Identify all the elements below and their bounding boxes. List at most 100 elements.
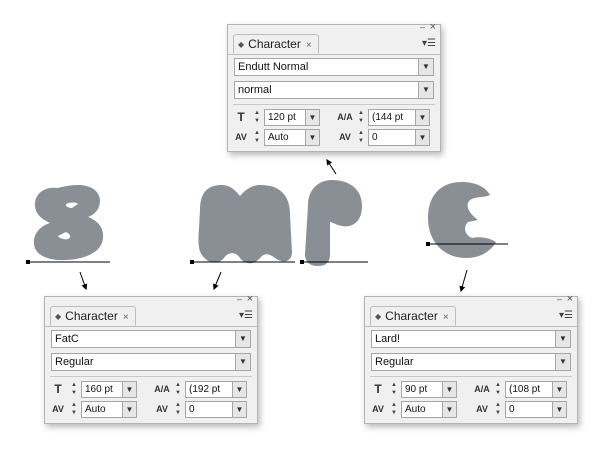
- panel-menu-icon[interactable]: ▾☰: [239, 311, 253, 321]
- tab-close-icon[interactable]: ×: [443, 312, 449, 323]
- chevron-down-icon[interactable]: ▼: [235, 331, 250, 347]
- tab-character[interactable]: ◆ Character ×: [233, 34, 319, 54]
- size-stepper[interactable]: ▲ ▼: [69, 381, 79, 397]
- kerning-field[interactable]: Auto ▼: [401, 401, 457, 418]
- tracking-stepper[interactable]: ▲ ▼: [356, 129, 366, 145]
- tracking-icon: AV: [156, 404, 168, 414]
- leading-field[interactable]: (144 pt ▼: [368, 109, 430, 126]
- close-icon[interactable]: ×: [247, 294, 253, 305]
- tracking-value: 0: [372, 132, 378, 143]
- font-family-value: FatC: [55, 333, 79, 345]
- kerning-value: Auto: [85, 404, 106, 415]
- glyph-r: [305, 180, 362, 266]
- tab-close-icon[interactable]: ×: [123, 312, 129, 323]
- kerning-icon: AV: [372, 404, 384, 414]
- chevron-down-icon[interactable]: ▼: [442, 382, 456, 397]
- font-size-icon: T: [54, 382, 62, 396]
- chevron-down-icon[interactable]: ▼: [232, 402, 246, 417]
- panel-menu-icon[interactable]: ▾☰: [422, 39, 436, 49]
- kerning-field[interactable]: Auto ▼: [264, 129, 320, 146]
- kerning-icon: AV: [235, 132, 247, 142]
- leading-icon: A/A: [474, 384, 490, 394]
- tracking-field[interactable]: 0 ▼: [505, 401, 567, 418]
- leading-stepper[interactable]: ▲ ▼: [356, 109, 366, 125]
- close-icon[interactable]: ×: [567, 294, 573, 305]
- leading-stepper[interactable]: ▲ ▼: [173, 381, 183, 397]
- chevron-down-icon[interactable]: ▼: [415, 110, 429, 125]
- font-size-field[interactable]: 120 pt ▼: [264, 109, 320, 126]
- tracking-stepper[interactable]: ▲ ▼: [173, 401, 183, 417]
- font-family-select[interactable]: Endutt Normal ▼: [234, 58, 434, 76]
- close-icon[interactable]: ×: [430, 22, 436, 33]
- tab-label: Character: [248, 37, 301, 51]
- tracking-icon: AV: [476, 404, 488, 414]
- tab-row: ◆ Character ×: [365, 306, 577, 327]
- chevron-down-icon[interactable]: ▼: [122, 402, 136, 417]
- tracking-field[interactable]: 0 ▼: [185, 401, 247, 418]
- character-panel-right: – × ◆ Character × ▾☰ Lard! ▼ Regular ▼ T ▲…: [364, 294, 578, 424]
- font-family-value: Endutt Normal: [238, 61, 309, 73]
- character-panel-left: – × ◆ Character × ▾☰ FatC ▼ Regular ▼ T ▲ ▼…: [44, 294, 258, 424]
- chevron-down-icon[interactable]: ▼: [418, 59, 433, 75]
- kerning-stepper[interactable]: ▲ ▼: [252, 129, 262, 145]
- chevron-down-icon[interactable]: ▼: [305, 110, 319, 125]
- minimize-icon[interactable]: –: [420, 23, 425, 32]
- tracking-field[interactable]: 0 ▼: [368, 129, 430, 146]
- tab-label: Character: [65, 309, 118, 323]
- tab-diamond-icon: ◆: [238, 40, 245, 49]
- font-size-field[interactable]: 90 pt ▼: [401, 381, 457, 398]
- leading-stepper[interactable]: ▲ ▼: [493, 381, 503, 397]
- font-size-icon: T: [237, 110, 245, 124]
- kerning-field[interactable]: Auto ▼: [81, 401, 137, 418]
- leading-icon: A/A: [337, 112, 353, 122]
- font-family-select[interactable]: FatC ▼: [51, 330, 251, 348]
- tab-label: Character: [385, 309, 438, 323]
- font-style-value: Regular: [375, 356, 414, 368]
- minimize-icon[interactable]: –: [557, 295, 562, 304]
- chevron-down-icon[interactable]: ▼: [232, 382, 246, 397]
- kerning-stepper[interactable]: ▲ ▼: [389, 401, 399, 417]
- glyph-s: [33, 185, 104, 261]
- kerning-value: Auto: [405, 404, 426, 415]
- kerning-icon: AV: [52, 404, 64, 414]
- leading-field[interactable]: (192 pt ▼: [185, 381, 247, 398]
- size-stepper[interactable]: ▲ ▼: [252, 109, 262, 125]
- chevron-down-icon[interactable]: ▼: [552, 382, 566, 397]
- font-style-select[interactable]: Regular ▼: [371, 353, 571, 371]
- panel-titlebar: – ×: [228, 22, 440, 34]
- minimize-icon[interactable]: –: [237, 295, 242, 304]
- chevron-down-icon[interactable]: ▼: [552, 402, 566, 417]
- chevron-down-icon[interactable]: ▼: [555, 331, 570, 347]
- arrow-to-left-panel-2: [213, 271, 222, 291]
- glyph-c: [428, 182, 496, 258]
- tab-character[interactable]: ◆ Character ×: [370, 306, 456, 326]
- chevron-down-icon[interactable]: ▼: [415, 130, 429, 145]
- font-style-select[interactable]: Regular ▼: [51, 353, 251, 371]
- tab-diamond-icon: ◆: [375, 312, 382, 321]
- chevron-down-icon[interactable]: ▼: [418, 82, 433, 98]
- font-style-select[interactable]: normal ▼: [234, 81, 434, 99]
- font-size-value: 90 pt: [405, 384, 428, 395]
- chevron-down-icon[interactable]: ▼: [235, 354, 250, 370]
- tracking-value: 0: [189, 404, 195, 415]
- font-style-value: normal: [238, 84, 272, 96]
- leading-field[interactable]: (108 pt ▼: [505, 381, 567, 398]
- tracking-stepper[interactable]: ▲ ▼: [493, 401, 503, 417]
- panel-menu-icon[interactable]: ▾☰: [559, 311, 573, 321]
- chevron-down-icon[interactable]: ▼: [305, 130, 319, 145]
- chevron-down-icon[interactable]: ▼: [555, 354, 570, 370]
- chevron-down-icon[interactable]: ▼: [122, 382, 136, 397]
- leading-value: (108 pt: [509, 384, 541, 395]
- tab-row: ◆ Character ×: [45, 306, 257, 327]
- tab-row: ◆ Character ×: [228, 34, 440, 55]
- font-size-icon: T: [374, 382, 382, 396]
- panel-titlebar: – ×: [45, 294, 257, 306]
- kerning-stepper[interactable]: ▲ ▼: [69, 401, 79, 417]
- font-family-select[interactable]: Lard! ▼: [371, 330, 571, 348]
- tab-character[interactable]: ◆ Character ×: [50, 306, 136, 326]
- size-stepper[interactable]: ▲ ▼: [389, 381, 399, 397]
- chevron-down-icon[interactable]: ▼: [442, 402, 456, 417]
- font-size-field[interactable]: 160 pt ▼: [81, 381, 137, 398]
- tab-close-icon[interactable]: ×: [306, 40, 312, 51]
- arrow-to-right-panel: [459, 269, 468, 293]
